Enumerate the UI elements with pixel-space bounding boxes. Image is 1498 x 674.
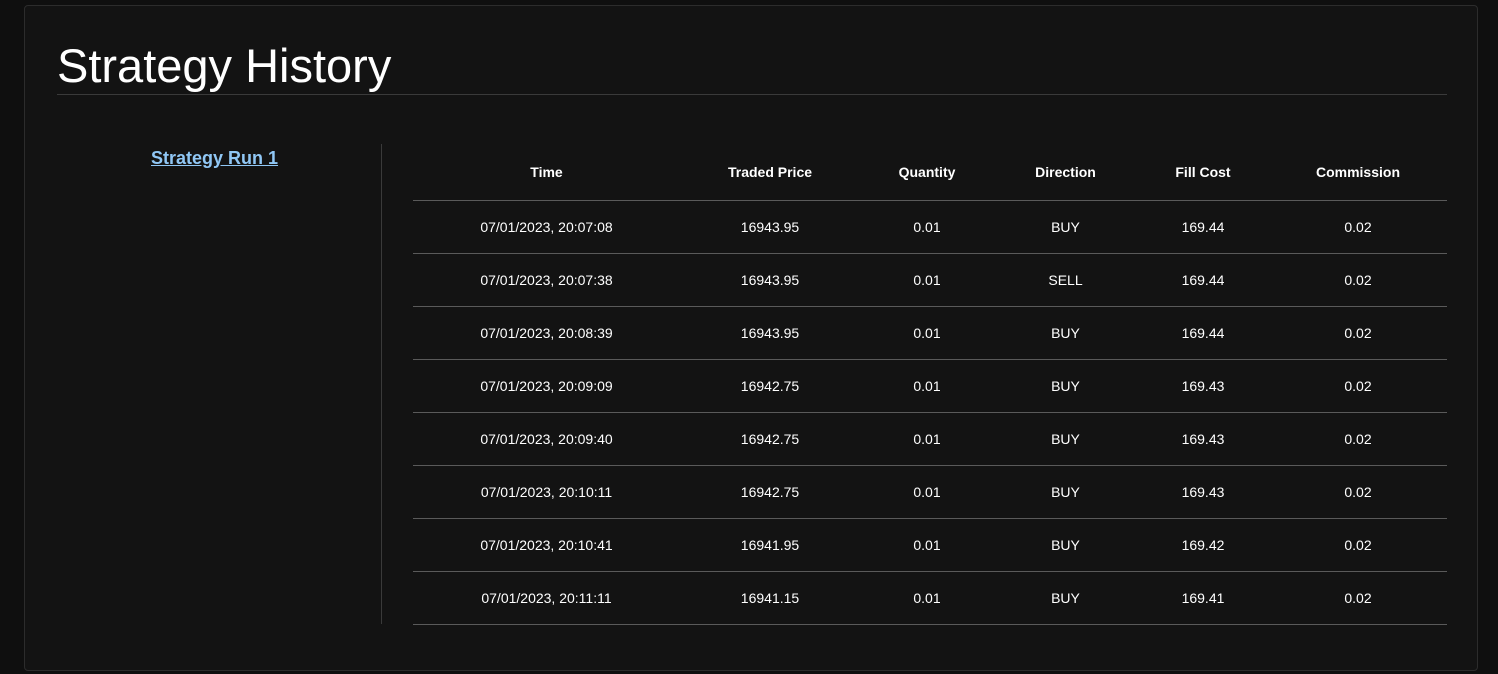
cell-commission: 0.02	[1269, 306, 1447, 360]
cell-commission: 0.02	[1269, 571, 1447, 625]
column-header-direction: Direction	[994, 144, 1137, 201]
trade-history-table: Time Traded Price Quantity Direction Fil…	[413, 144, 1447, 625]
cell-commission: 0.02	[1269, 253, 1447, 307]
cell-traded-price: 16941.15	[680, 571, 860, 625]
cell-quantity: 0.01	[860, 200, 994, 254]
column-header-traded-price: Traded Price	[680, 144, 860, 201]
cell-quantity: 0.01	[860, 359, 994, 413]
cell-direction: BUY	[994, 465, 1137, 519]
cell-traded-price: 16942.75	[680, 359, 860, 413]
table-row: 07/01/2023, 20:09:40 16942.75 0.01 BUY 1…	[413, 412, 1447, 466]
cell-traded-price: 16943.95	[680, 306, 860, 360]
table-row: 07/01/2023, 20:09:09 16942.75 0.01 BUY 1…	[413, 359, 1447, 413]
cell-time: 07/01/2023, 20:09:40	[413, 412, 680, 466]
table-row: 07/01/2023, 20:11:11 16941.15 0.01 BUY 1…	[413, 571, 1447, 625]
cell-traded-price: 16942.75	[680, 412, 860, 466]
table-row: 07/01/2023, 20:07:38 16943.95 0.01 SELL …	[413, 253, 1447, 307]
table-row: 07/01/2023, 20:10:41 16941.95 0.01 BUY 1…	[413, 518, 1447, 572]
table-row: 07/01/2023, 20:10:11 16942.75 0.01 BUY 1…	[413, 465, 1447, 519]
cell-fill-cost: 169.43	[1137, 359, 1269, 413]
cell-direction: BUY	[994, 518, 1137, 572]
cell-quantity: 0.01	[860, 306, 994, 360]
cell-commission: 0.02	[1269, 465, 1447, 519]
trade-history-table-container: Time Traded Price Quantity Direction Fil…	[413, 144, 1447, 625]
strategy-run-sidebar: Strategy Run 1	[25, 144, 382, 624]
table-row: 07/01/2023, 20:08:39 16943.95 0.01 BUY 1…	[413, 306, 1447, 360]
cell-time: 07/01/2023, 20:08:39	[413, 306, 680, 360]
column-header-commission: Commission	[1269, 144, 1447, 201]
cell-time: 07/01/2023, 20:07:38	[413, 253, 680, 307]
cell-quantity: 0.01	[860, 571, 994, 625]
cell-commission: 0.02	[1269, 359, 1447, 413]
cell-traded-price: 16943.95	[680, 200, 860, 254]
cell-quantity: 0.01	[860, 412, 994, 466]
cell-time: 07/01/2023, 20:09:09	[413, 359, 680, 413]
cell-commission: 0.02	[1269, 412, 1447, 466]
cell-fill-cost: 169.42	[1137, 518, 1269, 572]
cell-time: 07/01/2023, 20:10:41	[413, 518, 680, 572]
cell-traded-price: 16943.95	[680, 253, 860, 307]
table-header-row: Time Traded Price Quantity Direction Fil…	[413, 144, 1447, 201]
cell-fill-cost: 169.43	[1137, 465, 1269, 519]
cell-traded-price: 16942.75	[680, 465, 860, 519]
cell-direction: BUY	[994, 306, 1137, 360]
cell-direction: BUY	[994, 571, 1137, 625]
cell-traded-price: 16941.95	[680, 518, 860, 572]
cell-direction: SELL	[994, 253, 1137, 307]
cell-quantity: 0.01	[860, 465, 994, 519]
column-header-quantity: Quantity	[860, 144, 994, 201]
cell-fill-cost: 169.44	[1137, 200, 1269, 254]
cell-time: 07/01/2023, 20:10:11	[413, 465, 680, 519]
cell-fill-cost: 169.41	[1137, 571, 1269, 625]
strategy-run-1-link[interactable]: Strategy Run 1	[151, 148, 278, 169]
column-header-fill-cost: Fill Cost	[1137, 144, 1269, 201]
cell-quantity: 0.01	[860, 253, 994, 307]
cell-direction: BUY	[994, 359, 1137, 413]
page-title: Strategy History	[57, 39, 392, 92]
cell-fill-cost: 169.43	[1137, 412, 1269, 466]
cell-quantity: 0.01	[860, 518, 994, 572]
cell-fill-cost: 169.44	[1137, 253, 1269, 307]
cell-fill-cost: 169.44	[1137, 306, 1269, 360]
cell-commission: 0.02	[1269, 200, 1447, 254]
strategy-history-panel: Strategy History Strategy Run 1 Time Tra…	[24, 5, 1478, 671]
title-divider	[57, 94, 1447, 95]
cell-commission: 0.02	[1269, 518, 1447, 572]
cell-direction: BUY	[994, 200, 1137, 254]
table-row: 07/01/2023, 20:07:08 16943.95 0.01 BUY 1…	[413, 200, 1447, 254]
cell-time: 07/01/2023, 20:07:08	[413, 200, 680, 254]
column-header-time: Time	[413, 144, 680, 201]
cell-direction: BUY	[994, 412, 1137, 466]
cell-time: 07/01/2023, 20:11:11	[413, 571, 680, 625]
